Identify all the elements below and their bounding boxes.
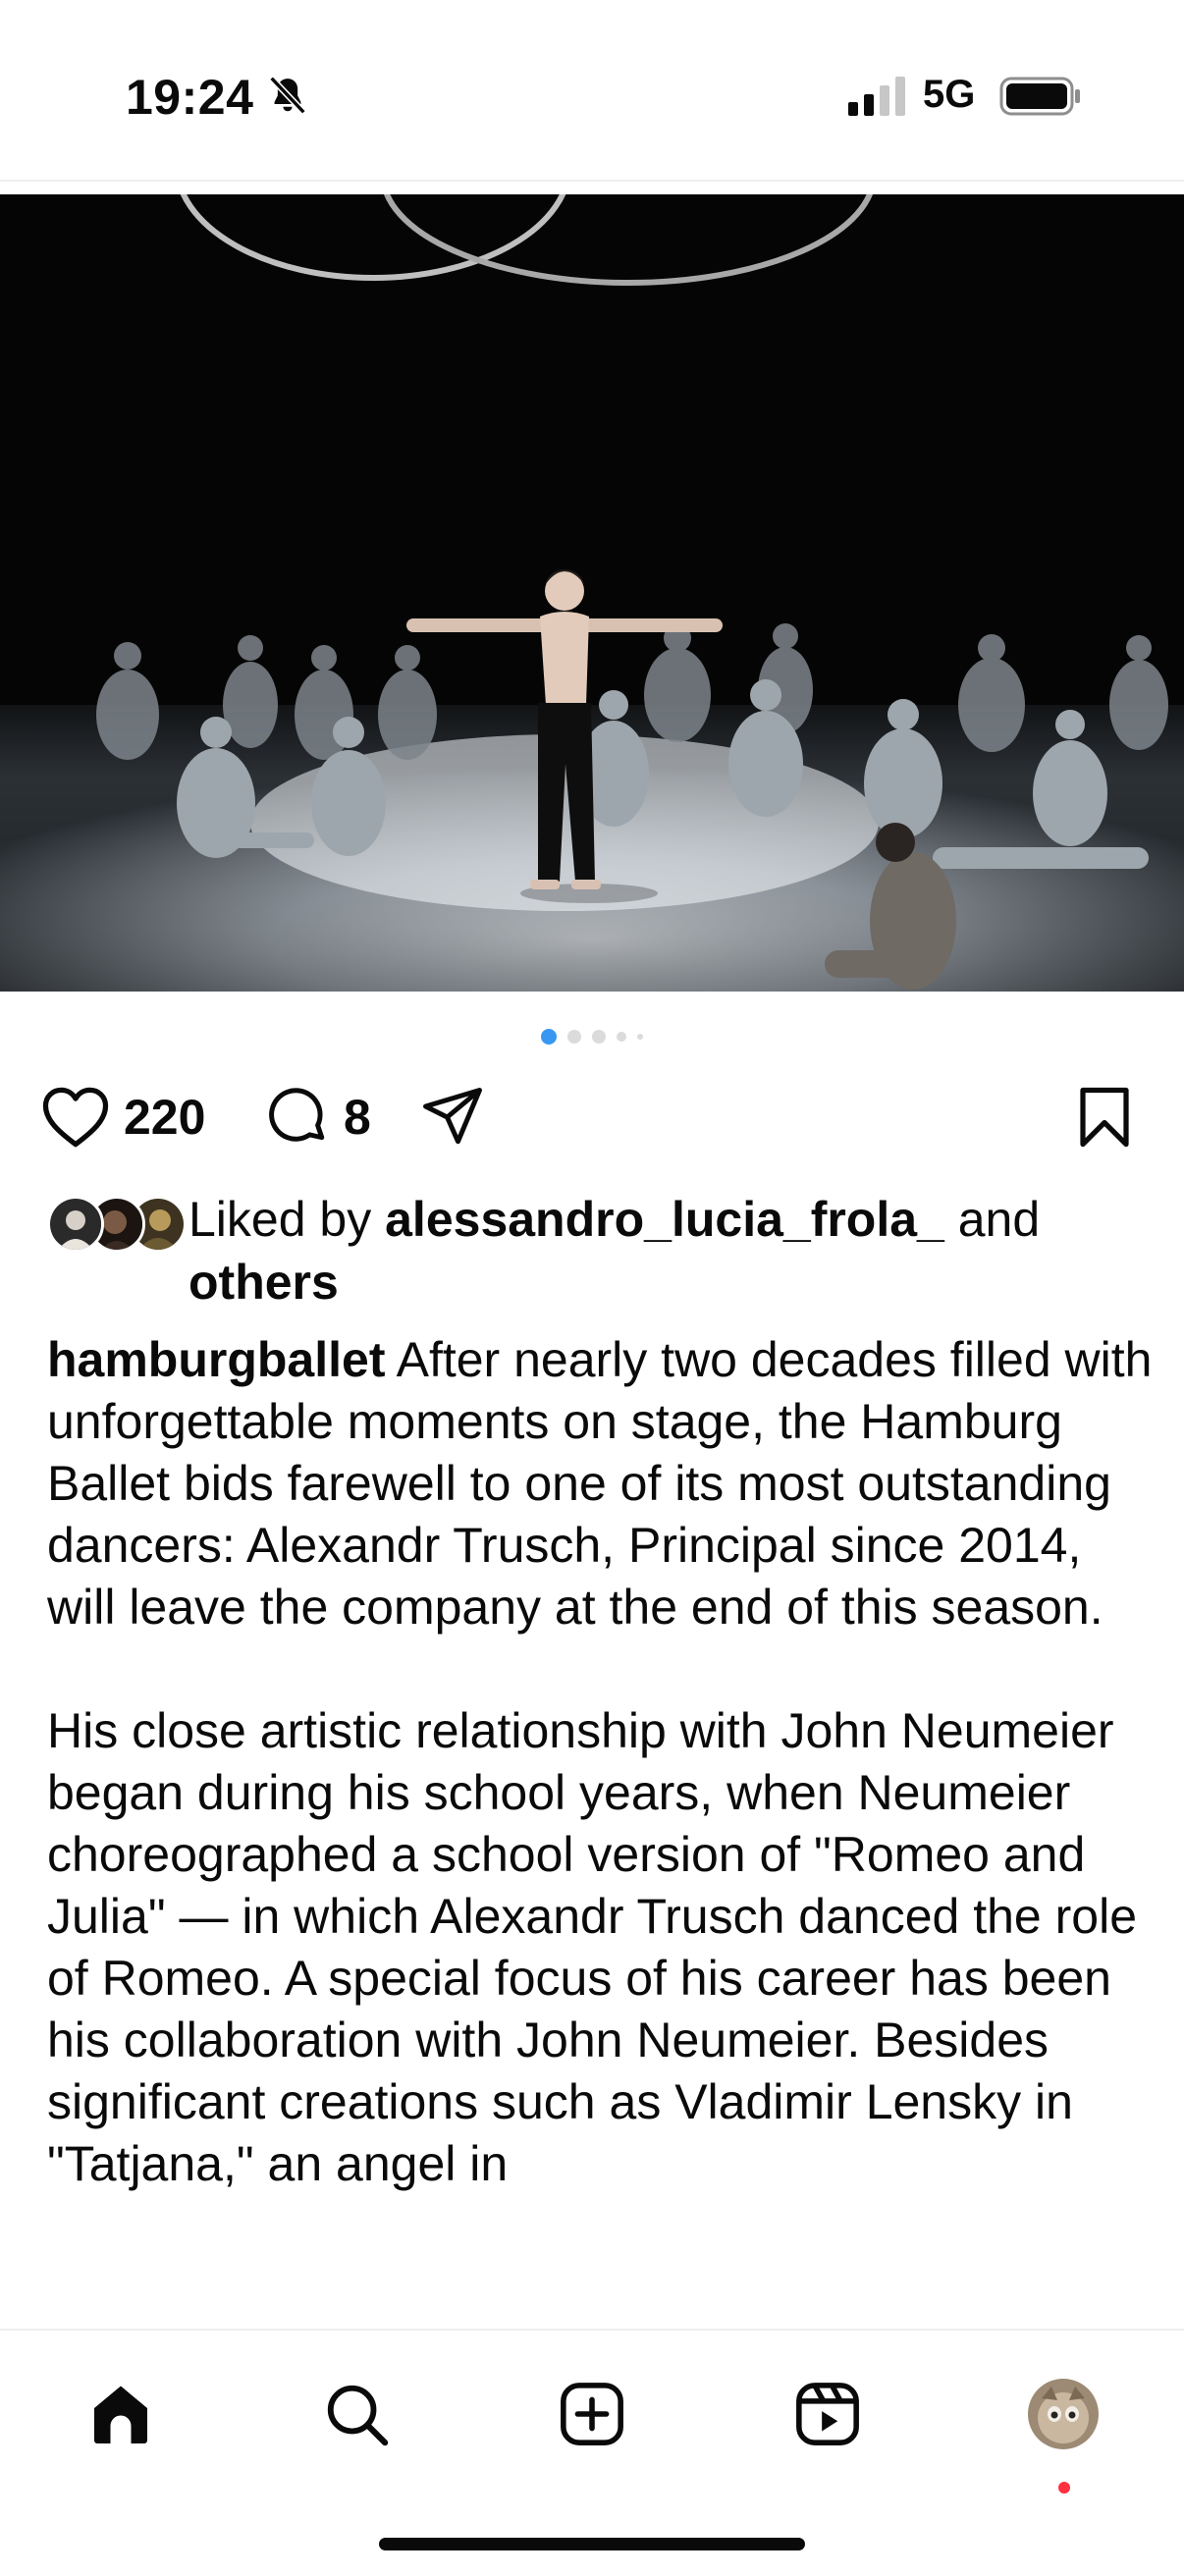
battery-icon [999,77,1080,116]
nav-reels[interactable] [783,2370,872,2458]
status-bar: 19:24 5G [0,0,1184,182]
create-icon [561,2383,623,2445]
action-row: 220 8 [0,1078,1184,1156]
liked-by-others[interactable]: others [188,1255,339,1310]
caption-paragraph-2: His close artistic relationship with Joh… [47,1703,1138,2191]
nav-search[interactable] [312,2370,401,2458]
status-time: 19:24 [126,70,254,125]
home-icon [94,2386,147,2443]
carousel-dot [592,1030,606,1044]
carousel-dot [637,1034,643,1040]
profile-avatar [1028,2379,1099,2449]
like-button[interactable]: 220 [41,1078,205,1156]
post-caption: hamburgballet After nearly two decades f… [47,1329,1157,2195]
notification-dot [1058,2482,1070,2494]
carousel-dot [617,1032,626,1042]
home-indicator[interactable] [379,2538,805,2550]
liked-by-username[interactable]: alessandro_lucia_frola_ [385,1192,944,1247]
bookmark-icon [1080,1087,1129,1148]
bell-slash-icon [269,76,306,115]
carousel-dot [567,1030,581,1044]
network-label: 5G [923,73,976,116]
avatar [47,1196,104,1253]
signal-icon [848,77,905,116]
comment-count[interactable]: 8 [344,1089,371,1146]
comment-icon [269,1088,325,1142]
comment-button[interactable]: 8 [265,1078,371,1156]
reels-icon [796,2383,859,2445]
liked-by-text[interactable]: Liked by alessandro_lucia_frola_ and othe… [188,1188,1131,1314]
nav-home[interactable] [77,2370,165,2458]
caption-username[interactable]: hamburgballet [47,1332,385,1387]
liked-by-avatars [47,1196,187,1253]
nav-create[interactable] [548,2370,636,2458]
share-icon [423,1088,482,1145]
heart-icon [42,1087,109,1148]
status-divider [0,180,1184,182]
search-icon [327,2385,389,2446]
post-image[interactable] [0,194,1184,992]
save-button[interactable] [1074,1078,1135,1156]
carousel-dots[interactable] [0,1027,1184,1046]
like-count[interactable]: 220 [124,1089,205,1146]
carousel-dot [541,1029,557,1045]
liked-by-connector: and [943,1192,1041,1247]
share-button[interactable] [420,1078,485,1156]
liked-by-prefix: Liked by [188,1192,386,1247]
nav-profile[interactable] [1019,2370,1107,2458]
